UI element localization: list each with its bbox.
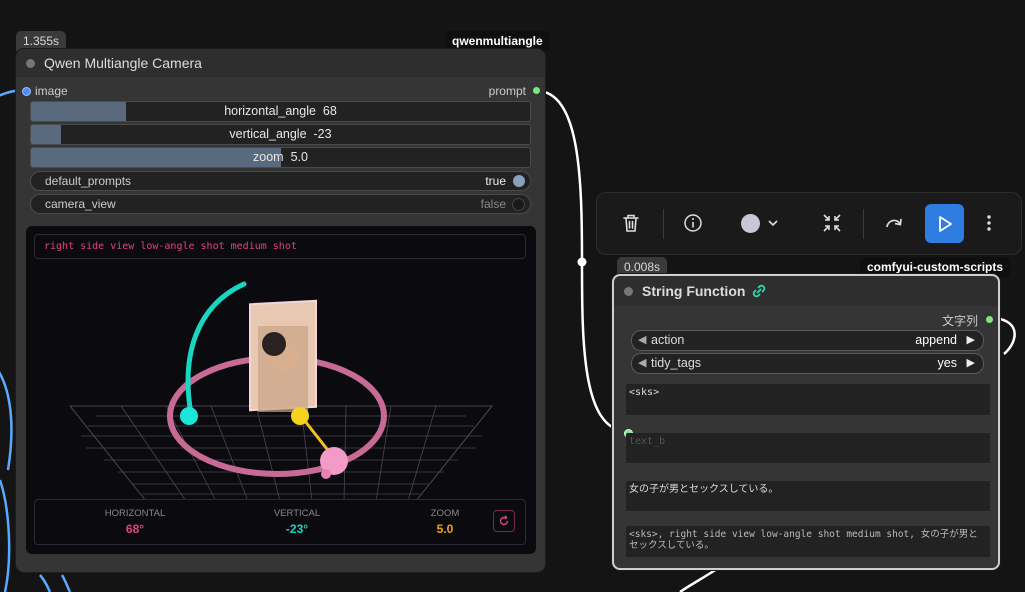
default-prompts-toggle[interactable]: default_prompts true bbox=[30, 171, 531, 191]
delete-button[interactable] bbox=[615, 207, 647, 239]
node-title-bar[interactable]: Qwen Multiangle Camera bbox=[16, 49, 545, 77]
string-output-label: 文字列 bbox=[941, 314, 978, 328]
stat-value: 5.0 bbox=[436, 522, 454, 536]
toggle-label: camera_view bbox=[45, 197, 116, 211]
node-title: String Function bbox=[642, 283, 746, 299]
arrow-right-icon[interactable]: ▶ bbox=[967, 333, 975, 346]
action-combo[interactable]: ◀ action append ▶ bbox=[631, 330, 984, 351]
combo-label: action bbox=[651, 333, 685, 347]
info-button[interactable] bbox=[677, 207, 709, 239]
arrow-left-icon[interactable]: ◀ bbox=[638, 333, 646, 346]
more-button[interactable] bbox=[973, 207, 1005, 239]
trash-icon bbox=[623, 214, 639, 232]
camera-view-toggle[interactable]: camera_view false bbox=[30, 194, 531, 214]
image-input-slot-icon[interactable] bbox=[22, 87, 31, 96]
stat-horizontal: HORIZONTAL 68° bbox=[90, 508, 180, 536]
slider-label: zoom bbox=[253, 150, 284, 164]
run-icon bbox=[938, 215, 952, 232]
horizontal-angle-slider[interactable]: horizontal_angle 68 bbox=[30, 101, 531, 122]
result-preview: <sks>, right side view low-angle shot me… bbox=[626, 526, 990, 557]
zoom-slider[interactable]: zoom 5.0 bbox=[30, 147, 531, 168]
redo-icon bbox=[886, 218, 902, 228]
color-picker-button[interactable] bbox=[735, 207, 785, 239]
run-button[interactable] bbox=[925, 204, 964, 243]
more-icon bbox=[987, 215, 991, 231]
collapse-dot-icon[interactable] bbox=[26, 58, 35, 68]
tidy-tags-combo[interactable]: ◀ tidy_tags yes ▶ bbox=[631, 353, 984, 374]
arrow-right-icon[interactable]: ▶ bbox=[967, 356, 975, 369]
bypass-button[interactable] bbox=[878, 207, 910, 239]
stat-value: -23° bbox=[285, 522, 309, 536]
prompt-output-slot-icon[interactable] bbox=[533, 87, 540, 94]
arrow-left-icon[interactable]: ◀ bbox=[638, 356, 646, 369]
text-c-field[interactable]: 女の子が男とセックスしている。 bbox=[626, 481, 990, 511]
color-picker-icon bbox=[741, 213, 760, 233]
toggle-label: default_prompts bbox=[45, 174, 132, 188]
collapse-dot-icon[interactable] bbox=[624, 286, 633, 296]
node-pack-badge: qwenmultiangle bbox=[445, 31, 550, 51]
combo-label: tidy_tags bbox=[651, 356, 702, 370]
string-output-slot-icon[interactable] bbox=[986, 316, 993, 323]
stat-value: 68° bbox=[125, 522, 145, 536]
stat-label: HORIZONTAL bbox=[104, 508, 166, 519]
reset-button[interactable] bbox=[493, 510, 515, 532]
image-input-label: image bbox=[35, 84, 68, 98]
combo-value: append bbox=[915, 333, 957, 347]
slider-value: 68 bbox=[322, 104, 337, 118]
collapse-button[interactable] bbox=[816, 207, 848, 239]
toggle-on-icon bbox=[513, 175, 525, 187]
chevron-down-icon bbox=[768, 220, 778, 227]
toggle-value: false bbox=[480, 197, 506, 211]
vertical-angle-slider[interactable]: vertical_angle -23 bbox=[30, 124, 531, 145]
string-function-node[interactable]: String Function 文字列 ◀ action append ▶ ◀ … bbox=[612, 274, 1000, 570]
slider-label: vertical_angle bbox=[229, 127, 307, 141]
toggle-off-icon bbox=[512, 198, 525, 211]
info-icon bbox=[684, 214, 702, 232]
combo-value: yes bbox=[937, 356, 957, 370]
stat-label: ZOOM bbox=[430, 508, 460, 519]
prompt-output-label: prompt bbox=[488, 84, 526, 98]
slider-label: horizontal_angle bbox=[224, 104, 316, 118]
selection-toolbar bbox=[596, 192, 1022, 255]
camera-3d-viewer[interactable]: right side view low-angle shot medium sh… bbox=[26, 226, 536, 554]
qwen-multiangle-camera-node[interactable]: Qwen Multiangle Camera image prompt hori… bbox=[16, 49, 545, 572]
collapse-icon bbox=[823, 214, 841, 232]
text-a-field[interactable]: <sks> bbox=[626, 384, 990, 415]
toolbar-divider bbox=[663, 209, 664, 239]
stat-zoom: ZOOM 5.0 bbox=[400, 508, 490, 536]
stat-label: VERTICAL bbox=[273, 508, 321, 519]
reset-icon bbox=[499, 515, 509, 526]
camera-stats-panel: HORIZONTAL 68° VERTICAL -23° ZOOM 5.0 bbox=[34, 499, 526, 545]
slider-value: -23 bbox=[313, 127, 332, 141]
toggle-value: true bbox=[485, 174, 506, 188]
slider-value: 5.0 bbox=[290, 150, 308, 164]
link-chain-icon bbox=[753, 284, 766, 298]
text-b-placeholder: text_b bbox=[629, 436, 666, 447]
text-b-field[interactable]: text_b bbox=[626, 433, 990, 463]
toolbar-divider bbox=[863, 209, 864, 239]
execution-time-badge: 1.355s bbox=[16, 31, 67, 51]
node-title: Qwen Multiangle Camera bbox=[44, 55, 202, 71]
stat-vertical: VERTICAL -23° bbox=[252, 508, 342, 536]
node-title-bar[interactable]: String Function bbox=[614, 276, 998, 306]
